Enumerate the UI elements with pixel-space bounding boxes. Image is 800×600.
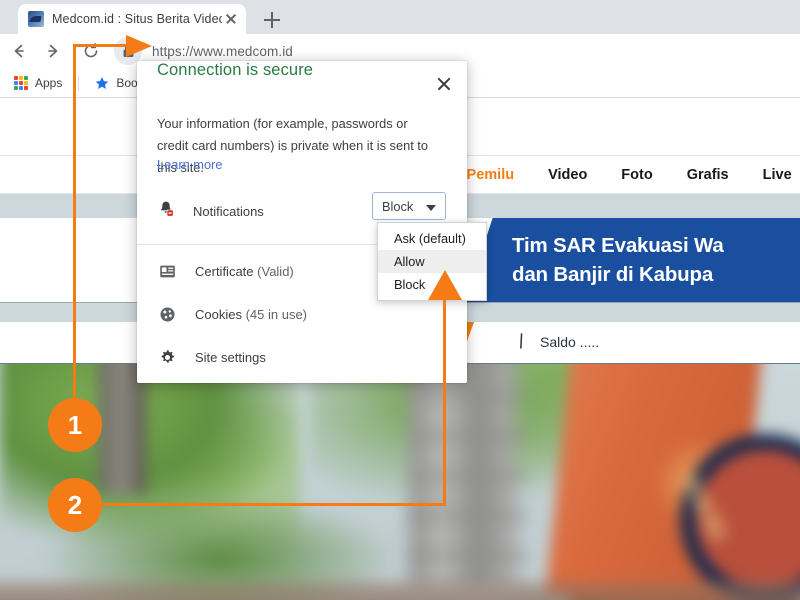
article-photo: HASI <box>0 364 800 600</box>
cookies-label: Cookies (45 in use) <box>195 307 307 322</box>
saldo-slash-icon: \ <box>515 331 527 355</box>
notifications-label: Notifications <box>193 204 264 219</box>
site-settings-row[interactable]: Site settings <box>157 342 447 372</box>
photo-tree-trunk <box>98 364 146 494</box>
nav-item-grafis[interactable]: Grafis <box>687 167 729 183</box>
photo-ground <box>0 582 800 600</box>
photo-inner: HASI <box>0 364 800 600</box>
bookmark-apps[interactable]: Apps <box>6 71 70 95</box>
certificate-icon <box>157 261 177 281</box>
bell-blocked-icon <box>157 200 175 223</box>
nav-item-foto[interactable]: Foto <box>621 167 652 183</box>
hero-banner[interactable]: Tim SAR Evakuasi Wa dan Banjir di Kabupa <box>450 218 800 302</box>
notifications-dropdown-menu: Ask (default) Allow Block <box>377 222 487 301</box>
menu-item-block[interactable]: Block <box>378 273 486 296</box>
browser-tab[interactable]: Medcom.id : Situs Berita Video In <box>18 4 246 34</box>
menu-item-ask-default[interactable]: Ask (default) <box>378 227 486 250</box>
hero-headline-line2: dan Banjir di Kabupa <box>512 260 800 289</box>
bookmarks-divider <box>78 75 79 91</box>
tab-title: Medcom.id : Situs Berita Video In <box>52 12 222 26</box>
apps-grid-icon <box>14 76 28 90</box>
reload-icon[interactable] <box>76 36 106 66</box>
favicon-icon <box>28 11 44 27</box>
saldo-text: Saldo ..... <box>540 334 599 350</box>
back-icon[interactable] <box>4 36 34 66</box>
site-settings-label: Site settings <box>195 350 266 365</box>
popup-title: Connection is secure <box>157 61 313 80</box>
nav-item-pemilu[interactable]: Pemilu <box>467 167 515 183</box>
cookies-row[interactable]: Cookies (45 in use) <box>157 299 447 329</box>
nav-item-video[interactable]: Video <box>548 167 587 183</box>
bookmark-apps-label: Apps <box>35 76 62 90</box>
url-text: https://www.medcom.id <box>152 44 293 59</box>
screenshot-root: Medcom.id : Situs Berita Video In https:… <box>0 0 800 600</box>
close-icon[interactable] <box>433 73 455 95</box>
tab-strip: Medcom.id : Situs Berita Video In <box>0 0 800 34</box>
hero-headline: Tim SAR Evakuasi Wa dan Banjir di Kabupa <box>512 231 800 289</box>
learn-more-link[interactable]: Learn more <box>157 157 222 172</box>
notifications-select[interactable]: Block <box>372 192 446 220</box>
chevron-down-icon <box>426 205 436 211</box>
new-tab-button[interactable] <box>258 6 286 34</box>
notifications-select-value: Block <box>382 199 413 214</box>
forward-icon[interactable] <box>38 36 68 66</box>
gear-icon <box>157 347 177 367</box>
hero-headline-line1: Tim SAR Evakuasi Wa <box>512 231 800 260</box>
cookie-icon <box>157 304 177 324</box>
menu-item-allow[interactable]: Allow <box>378 250 486 273</box>
close-icon[interactable] <box>222 10 240 28</box>
certificate-label: Certificate (Valid) <box>195 264 294 279</box>
photo-tower <box>400 364 540 584</box>
star-icon <box>95 76 109 90</box>
nav-item-live[interactable]: Live <box>763 167 792 183</box>
